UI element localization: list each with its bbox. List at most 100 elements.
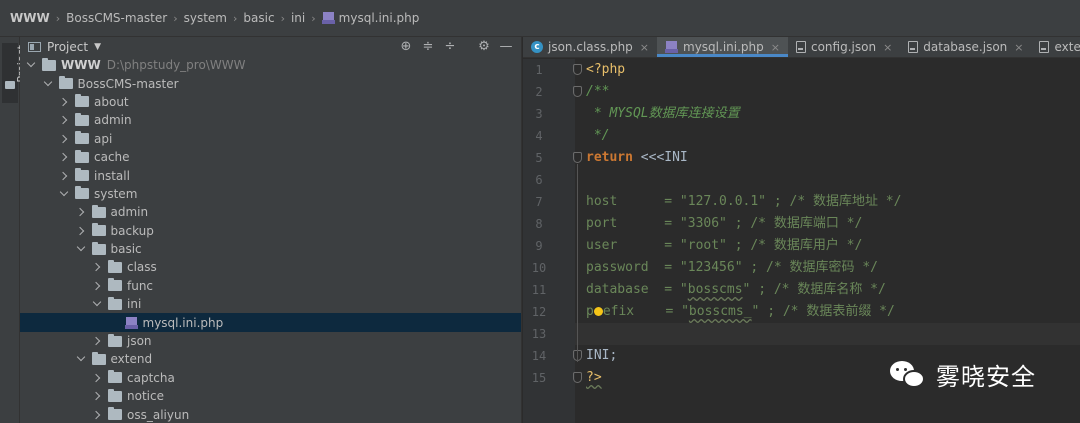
chevron-right-icon[interactable] [92,373,102,383]
chevron-right-icon[interactable] [92,262,102,272]
chevron-down-icon[interactable] [92,299,102,309]
tree-item-folder[interactable]: system [20,185,521,203]
code-line[interactable]: port = "3306" ; /* 数据库端口 */ [586,213,862,235]
tree-item-folder[interactable]: ini [20,295,521,313]
chevron-right-icon[interactable] [92,281,102,291]
line-number: 13 [531,327,547,341]
folder-icon [5,81,15,89]
chevron-down-icon[interactable]: ▼ [94,42,101,52]
tree-item-folder[interactable]: basic [20,240,521,258]
tree-item-folder[interactable]: captcha [20,369,521,387]
close-icon[interactable]: × [1014,41,1023,54]
chevron-right-icon[interactable] [76,207,86,217]
breadcrumb-item-system[interactable]: system [184,11,227,25]
breadcrumb-item-basic[interactable]: basic [243,11,274,25]
tree-item-folder[interactable]: extend [20,350,521,368]
code-line[interactable]: ?> [586,367,602,389]
line-number: 10 [531,261,547,275]
breadcrumb-separator-icon: › [311,11,316,25]
tree-item-file[interactable]: mysql.ini.php [20,313,521,332]
editor-tab[interactable]: mysql.ini.php × [657,37,788,57]
code-line[interactable]: p efix = "bosscms_" ; /* 数据表前缀 */ [586,301,895,323]
tree-item-label: api [94,131,113,146]
fold-marker-icon[interactable] [573,372,582,383]
code-line[interactable]: */ [586,125,610,147]
fold-marker-icon[interactable] [573,64,582,75]
expand-all-icon[interactable]: ≑ [417,39,439,54]
tree-item-folder[interactable]: cache [20,148,521,166]
breadcrumb-item-ini[interactable]: ini [291,11,305,25]
editor-tab[interactable]: database.json × [900,37,1031,57]
chevron-right-icon[interactable] [59,134,69,144]
folder-icon [108,259,122,273]
chevron-down-icon[interactable] [76,354,86,364]
project-tool-window-button[interactable]: Project [2,43,28,103]
folder-icon [75,186,89,200]
code-line[interactable]: user = "root" ; /* 数据库用户 */ [586,235,862,257]
tree-item-folder[interactable]: install [20,166,521,184]
code-line[interactable]: * MYSQL数据库连接设置 [586,103,740,125]
editor-tab[interactable]: config.json × [788,37,900,57]
editor-tab[interactable]: c json.class.php × [523,37,657,57]
chevron-down-icon[interactable] [76,244,86,254]
fold-marker-icon[interactable] [573,86,582,97]
chevron-right-icon[interactable] [59,97,69,107]
editor-tab-label: mysql.ini.php [683,40,764,54]
code-line[interactable]: password = "123456" ; /* 数据库密码 */ [586,257,878,279]
code-line[interactable]: return <<<INI [586,147,688,169]
chevron-right-icon[interactable] [92,391,102,401]
tree-item-folder[interactable]: api [20,130,521,148]
tree-item-folder[interactable]: notice [20,387,521,405]
code-line[interactable]: INI; [586,345,617,367]
tree-item-folder[interactable]: admin [20,203,521,221]
close-icon[interactable]: × [771,41,780,54]
folder-icon [75,94,89,108]
tree-item-folder[interactable]: BossCMS-master [20,74,521,92]
tree-item-folder[interactable]: about [20,93,521,111]
collapse-all-icon[interactable]: ÷ [439,39,461,54]
close-icon[interactable]: × [883,41,892,54]
gear-icon[interactable]: ⚙ [473,39,495,54]
folder-icon [58,76,73,90]
line-number: 14 [531,349,547,363]
project-view-selector[interactable]: Project [47,40,88,54]
chevron-right-icon[interactable] [76,226,86,236]
tree-item-folder[interactable]: json [20,332,521,350]
tree-item-folder[interactable]: WWW D:\phpstudy_pro\WWW [20,56,521,74]
tree-item-folder[interactable]: func [20,277,521,295]
editor-tab-label: database.json [923,40,1008,54]
chevron-down-icon[interactable] [26,60,36,70]
editor-tab[interactable]: extension.json [1031,37,1080,57]
chevron-right-icon[interactable] [92,410,102,420]
folder-icon [91,223,106,237]
breadcrumb-item-file[interactable]: mysql.ini.php [339,11,420,25]
watermark: 雾晓安全 [890,356,1036,392]
php-file-icon [665,41,679,53]
chevron-down-icon[interactable] [43,79,53,89]
tree-item-folder[interactable]: oss_aliyun [20,405,521,423]
code-line[interactable]: <?php [586,59,625,81]
tree-item-folder[interactable]: backup [20,222,521,240]
chevron-right-icon[interactable] [59,152,69,162]
close-icon[interactable]: × [640,41,649,54]
code-line[interactable]: /** [586,81,609,103]
fold-marker-icon[interactable] [573,152,582,163]
chevron-right-icon[interactable] [92,336,102,346]
code-line[interactable]: database = "bosscms" ; /* 数据库名称 */ [586,279,886,301]
code-line[interactable]: host = "127.0.0.1" ; /* 数据库地址 */ [586,191,901,213]
breadcrumb-item-www[interactable]: WWW [10,11,50,25]
tree-item-label: about [94,94,129,109]
folder-icon [75,131,89,145]
target-icon[interactable]: ⊕ [395,39,417,54]
chevron-right-icon[interactable] [59,115,69,125]
lightbulb-icon[interactable] [593,307,603,316]
tree-item-folder[interactable]: class [20,258,521,276]
wechat-icon [890,359,928,389]
chevron-right-icon[interactable] [59,171,69,181]
line-number: 9 [535,239,543,253]
minimize-icon[interactable]: — [495,39,517,54]
chevron-down-icon[interactable] [59,189,69,199]
breadcrumb-item-bosscms[interactable]: BossCMS-master [66,11,167,25]
tree-item-folder[interactable]: admin [20,111,521,129]
line-number: 15 [531,371,547,385]
